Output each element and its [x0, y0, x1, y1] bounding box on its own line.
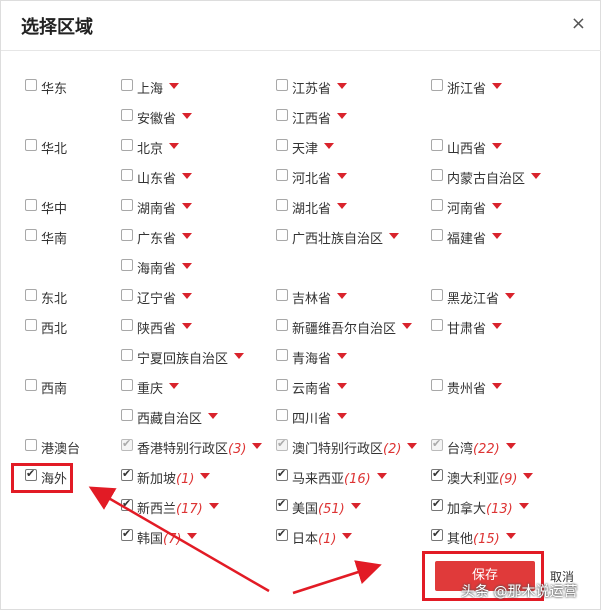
arrow-to-overseas: [88, 486, 270, 593]
annotation-arrows: [88, 486, 382, 595]
select-region-dialog: 选择区域 × 华东 上海 江苏省 浙江省 安徽省 江西省 华北 北京 天津 山西省 山东省 河北省 内蒙…: [0, 0, 601, 610]
arrow-to-save: [292, 560, 382, 595]
watermark: 头条 @那木说运营: [461, 584, 578, 600]
